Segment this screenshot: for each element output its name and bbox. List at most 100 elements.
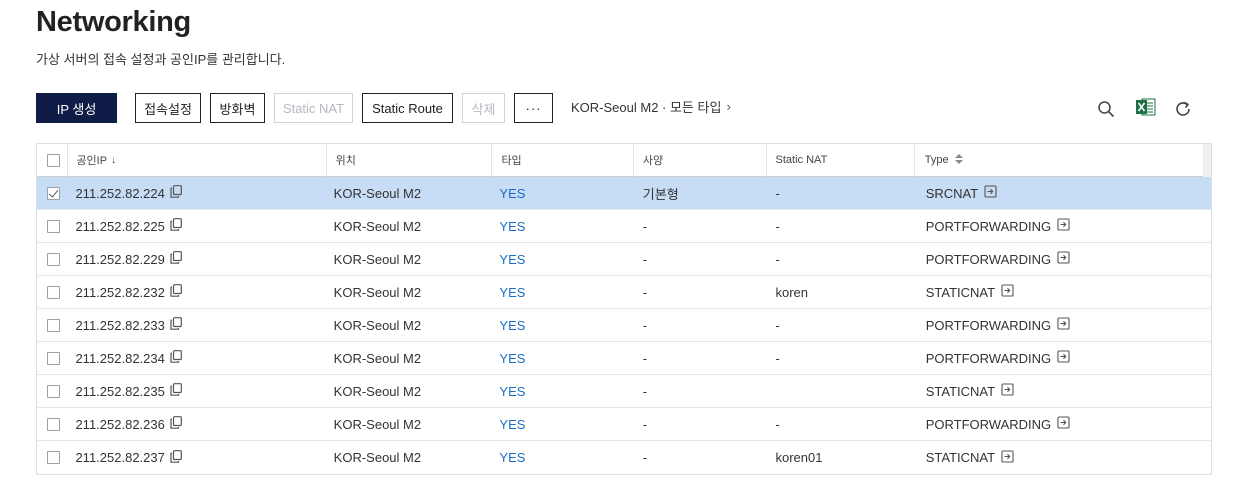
header-spec[interactable]: 사양 <box>632 143 766 177</box>
open-detail-icon[interactable] <box>1057 317 1070 333</box>
header-public-ip[interactable]: 공인IP ↓ <box>67 143 325 177</box>
table-row[interactable]: 211.252.82.237 KOR-Seoul M2 YES - koren01 STA… <box>37 441 1211 474</box>
type-link[interactable]: YES <box>491 342 632 375</box>
copy-icon[interactable] <box>170 317 182 333</box>
search-icon[interactable] <box>1095 98 1117 120</box>
copy-icon[interactable] <box>170 416 182 432</box>
ip-cell: 211.252.82.225 <box>67 210 325 243</box>
ip-address: 211.252.82.236 <box>75 416 165 432</box>
ip-cell: 211.252.82.235 <box>67 375 325 408</box>
nat-type-label: PORTFORWARDING <box>925 416 1052 432</box>
copy-icon[interactable] <box>170 449 182 466</box>
location-cell: KOR-Seoul M2 <box>333 450 422 465</box>
type-link[interactable]: YES <box>491 177 632 210</box>
copy-icon[interactable] <box>170 383 182 399</box>
copy-icon[interactable] <box>170 185 182 201</box>
type-link[interactable]: YES <box>491 309 632 342</box>
copy-icon[interactable] <box>170 284 182 300</box>
header-location[interactable]: 위치 <box>325 143 492 177</box>
ip-cell: 211.252.82.229 <box>67 243 325 276</box>
row-checkbox[interactable] <box>47 285 60 299</box>
open-detail-icon[interactable] <box>1001 284 1014 300</box>
row-checkbox[interactable] <box>47 252 60 266</box>
header-nat-type[interactable]: Type <box>913 143 1211 177</box>
spec-cell: - <box>642 251 648 267</box>
static-nat-cell: koren01 <box>775 450 823 465</box>
table-row[interactable]: 211.252.82.235 KOR-Seoul M2 YES - STATICNAT <box>37 375 1211 408</box>
open-detail-icon[interactable] <box>1001 383 1014 399</box>
header-static-nat[interactable]: Static NAT <box>765 143 914 177</box>
location-cell: KOR-Seoul M2 <box>333 416 422 432</box>
select-all-checkbox[interactable] <box>47 153 60 167</box>
static-nat-button[interactable]: Static NAT <box>274 93 353 123</box>
ip-address: 211.252.82.232 <box>75 284 165 300</box>
row-select-cell[interactable] <box>37 441 67 474</box>
row-select-cell[interactable] <box>37 243 67 276</box>
row-checkbox[interactable] <box>47 351 60 365</box>
location-cell: KOR-Seoul M2 <box>333 284 422 300</box>
table-row[interactable]: 211.252.82.229 KOR-Seoul M2 YES - - PORTFORWA… <box>37 243 1211 276</box>
open-detail-icon[interactable] <box>1001 449 1014 466</box>
create-ip-button[interactable]: IP 생성 <box>36 93 117 123</box>
row-select-cell[interactable] <box>37 342 67 375</box>
header-label: Type <box>924 154 949 166</box>
row-select-cell[interactable] <box>37 408 67 441</box>
region-filter[interactable]: KOR-Seoul M2 · 모든 타입 › <box>571 97 731 116</box>
toolbar: IP 생성 접속설정 방화벽 Static NAT Static Route 삭… <box>36 93 562 123</box>
scrollbar-track[interactable] <box>1203 144 1211 177</box>
type-link[interactable]: YES <box>491 375 632 408</box>
open-detail-icon[interactable] <box>1057 251 1070 267</box>
row-checkbox[interactable] <box>47 451 60 464</box>
static-route-button[interactable]: Static Route <box>362 93 453 123</box>
nat-type-cell: PORTFORWARDING <box>914 243 1211 276</box>
open-detail-icon[interactable] <box>1057 416 1070 432</box>
type-link[interactable]: YES <box>491 408 632 441</box>
sort-arrow-icon: ↓ <box>111 154 117 166</box>
static-nat-cell: koren <box>775 284 808 300</box>
row-select-cell[interactable] <box>37 309 67 342</box>
type-link[interactable]: YES <box>491 210 632 243</box>
ip-address: 211.252.82.224 <box>75 185 165 201</box>
copy-icon[interactable] <box>170 218 182 234</box>
copy-icon[interactable] <box>170 251 182 267</box>
access-settings-button[interactable]: 접속설정 <box>135 93 201 123</box>
page-title: Networking <box>36 6 191 38</box>
row-checkbox[interactable] <box>47 186 60 200</box>
excel-export-icon[interactable] <box>1135 96 1157 118</box>
type-link[interactable]: YES <box>491 243 632 276</box>
type-link[interactable]: YES <box>491 276 632 309</box>
header-label: 공인IP <box>76 155 108 167</box>
open-detail-icon[interactable] <box>984 185 997 201</box>
open-detail-icon[interactable] <box>1057 350 1070 366</box>
copy-icon[interactable] <box>170 350 182 366</box>
nat-type-cell: STATICNAT <box>914 375 1211 408</box>
nat-type-cell: PORTFORWARDING <box>914 342 1211 375</box>
ip-address: 211.252.82.235 <box>75 383 165 399</box>
row-select-cell[interactable] <box>37 276 67 309</box>
table-row[interactable]: 211.252.82.236 KOR-Seoul M2 YES - - PORTFORWA… <box>37 408 1211 441</box>
row-select-cell[interactable] <box>37 375 67 408</box>
type-link[interactable]: YES <box>491 441 632 474</box>
header-label: Static NAT <box>775 154 828 166</box>
row-select-cell[interactable] <box>37 177 67 210</box>
row-checkbox[interactable] <box>47 318 60 332</box>
row-checkbox[interactable] <box>47 417 60 431</box>
row-checkbox[interactable] <box>47 384 60 398</box>
spec-cell: - <box>642 350 648 366</box>
table-row[interactable]: 211.252.82.225 KOR-Seoul M2 YES - - PORTFORWA… <box>37 210 1211 243</box>
header-type[interactable]: 타입 <box>491 143 632 177</box>
more-button[interactable]: ··· <box>514 93 553 123</box>
table-row[interactable]: 211.252.82.224 KOR-Seoul M2 YES 기본형 - SRCNAT <box>37 177 1211 210</box>
open-detail-icon[interactable] <box>1057 218 1070 234</box>
refresh-icon[interactable] <box>1172 98 1194 120</box>
location-cell: KOR-Seoul M2 <box>333 185 422 201</box>
row-checkbox[interactable] <box>47 219 60 233</box>
table-row[interactable]: 211.252.82.233 KOR-Seoul M2 YES - - PORTFORWA… <box>37 309 1211 342</box>
row-select-cell[interactable] <box>37 210 67 243</box>
table-row[interactable]: 211.252.82.232 KOR-Seoul M2 YES - koren STATI… <box>37 276 1211 309</box>
header-select-all[interactable] <box>37 144 67 177</box>
delete-button[interactable]: 삭제 <box>462 93 505 123</box>
table-row[interactable]: 211.252.82.234 KOR-Seoul M2 YES - - PORTFORWA… <box>37 342 1211 375</box>
sort-toggle-icon[interactable] <box>954 153 963 167</box>
firewall-button[interactable]: 방화벽 <box>210 93 265 123</box>
